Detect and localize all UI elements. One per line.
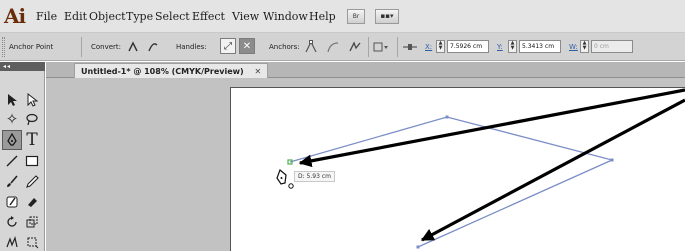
pen-cursor-icon — [276, 168, 294, 189]
canvas-overlay — [276, 88, 685, 249]
anchor-point-marker[interactable] — [416, 245, 420, 249]
anchor-point-marker[interactable] — [445, 115, 449, 119]
anchor-point-marker[interactable] — [610, 158, 614, 162]
distance-tooltip: D: 5.93 cm — [294, 171, 335, 182]
annotation-arrow — [298, 88, 685, 168]
vector-path[interactable] — [289, 116, 614, 248]
